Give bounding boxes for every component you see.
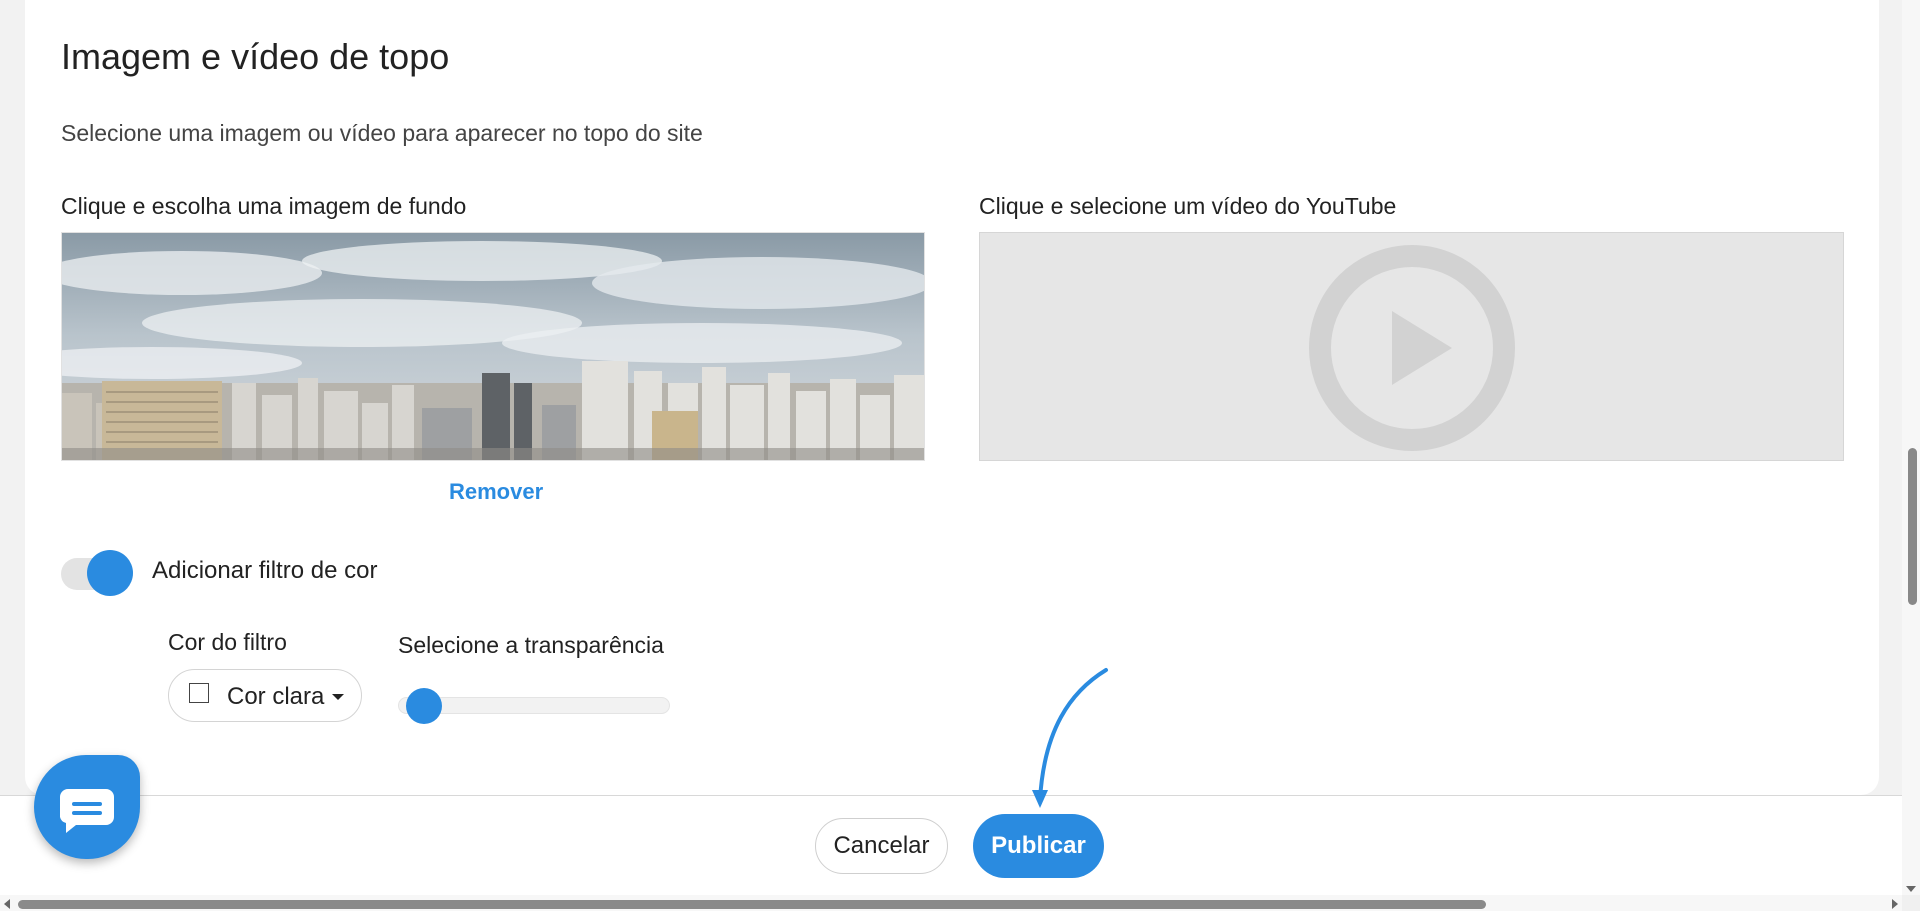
remove-image-link[interactable]: Remover xyxy=(449,479,543,505)
filter-color-dropdown[interactable]: Cor clara xyxy=(168,669,362,722)
section-subtitle: Selecione uma imagem ou vídeo para apare… xyxy=(61,120,703,146)
background-image-preview[interactable] xyxy=(61,232,925,461)
filter-color-value: Cor clara xyxy=(227,683,325,710)
color-filter-toggle-knob[interactable] xyxy=(87,550,133,596)
color-swatch xyxy=(189,683,209,703)
filter-color-label: Cor do filtro xyxy=(168,629,287,655)
publish-button[interactable]: Publicar xyxy=(973,814,1104,878)
cityscape-image xyxy=(62,233,924,460)
chat-widget-button[interactable] xyxy=(34,755,140,859)
video-picker-label: Clique e selecione um vídeo do YouTube xyxy=(979,193,1397,219)
chevron-down-icon xyxy=(332,694,344,700)
horizontal-scrollbar-thumb[interactable] xyxy=(18,900,1486,909)
scroll-down-arrow-icon[interactable] xyxy=(1906,886,1916,892)
image-picker-label: Clique e escolha uma imagem de fundo xyxy=(61,193,467,219)
vertical-scrollbar-thumb[interactable] xyxy=(1908,448,1917,605)
transparency-slider-handle[interactable] xyxy=(406,688,442,724)
pointer-arrow-icon xyxy=(1032,668,1108,808)
section-title: Imagem e vídeo de topo xyxy=(61,36,450,77)
transparency-label: Selecione a transparência xyxy=(398,632,664,658)
scrollbar-corner xyxy=(1902,895,1920,911)
play-icon xyxy=(1309,245,1515,451)
youtube-video-placeholder[interactable] xyxy=(979,232,1844,461)
cancel-button[interactable]: Cancelar xyxy=(815,818,948,874)
scroll-right-arrow-icon[interactable] xyxy=(1892,899,1898,909)
color-filter-toggle-label: Adicionar filtro de cor xyxy=(152,557,378,584)
scroll-left-arrow-icon[interactable] xyxy=(4,899,10,909)
chat-icon xyxy=(60,789,114,833)
footer-bar xyxy=(0,795,1902,896)
